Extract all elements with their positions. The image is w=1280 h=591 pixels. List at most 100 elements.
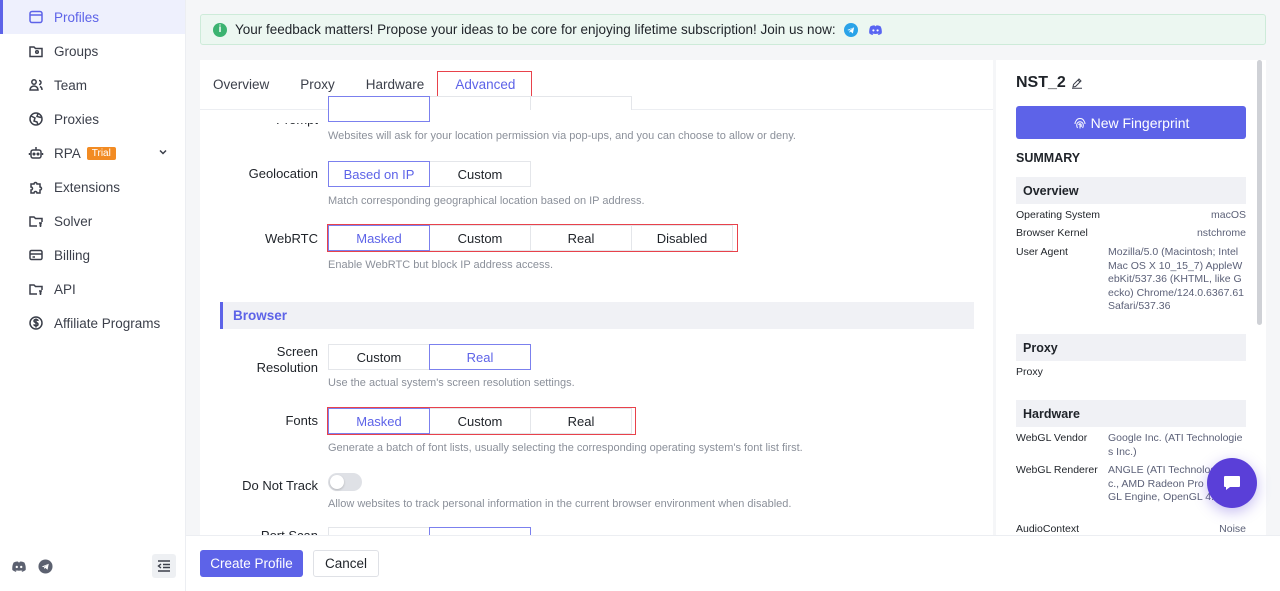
sidebar-item-affiliate-programs[interactable]: Affiliate Programs xyxy=(0,306,185,340)
collapse-menu-icon xyxy=(157,560,170,572)
sidebar-footer xyxy=(0,541,186,591)
folder-key-icon xyxy=(28,281,44,297)
sidebar-item-label: Extensions xyxy=(54,179,121,195)
summary-proxy-heading: Proxy xyxy=(1016,334,1246,361)
sidebar: Profiles Groups Team Proxies RPA Trial E… xyxy=(0,0,186,591)
webrtc-option-custom[interactable]: Custom xyxy=(429,225,531,251)
puzzle-icon xyxy=(28,179,44,195)
profile-name: NST_2 xyxy=(1016,74,1083,92)
do-not-track-label: Do Not Track xyxy=(242,478,318,493)
geolocation-segmented: Based on IP Custom xyxy=(328,161,531,187)
scroll-mask xyxy=(200,110,993,123)
browser-section-heading: Browser xyxy=(220,302,974,329)
discord-icon[interactable] xyxy=(868,23,884,37)
sidebar-item-groups[interactable]: Groups xyxy=(0,34,185,68)
new-fingerprint-label: New Fingerprint xyxy=(1090,114,1190,131)
port-scan-label: Port Scan xyxy=(200,528,318,535)
sidebar-item-solver[interactable]: Solver xyxy=(0,204,185,238)
prompt-hint: Websites will ask for your location perm… xyxy=(328,130,796,142)
chat-support-button[interactable] xyxy=(1207,458,1257,508)
telegram-icon[interactable] xyxy=(843,22,858,37)
fingerprint-icon xyxy=(1074,117,1086,128)
cancel-button[interactable]: Cancel xyxy=(313,550,379,577)
robot-icon xyxy=(28,145,44,161)
summary-hardware-heading: Hardware xyxy=(1016,400,1246,427)
trial-badge: Trial xyxy=(86,146,116,160)
sidebar-item-billing[interactable]: Billing xyxy=(0,238,185,272)
sidebar-item-label: Solver xyxy=(54,213,93,229)
sidebar-item-proxies[interactable]: Proxies xyxy=(0,102,185,136)
new-fingerprint-button[interactable]: New Fingerprint xyxy=(1016,106,1246,139)
screen-resolution-label: Screen Resolution xyxy=(200,344,318,376)
webrtc-option-disabled[interactable]: Disabled xyxy=(631,225,733,251)
sidebar-item-label: Affiliate Programs xyxy=(54,315,161,331)
sidebar-item-api[interactable]: API xyxy=(0,272,185,306)
telegram-icon[interactable] xyxy=(36,557,54,575)
chat-bubble-icon xyxy=(1224,476,1240,490)
form-footer: Create Profile Cancel xyxy=(186,535,1280,591)
port-scan-option[interactable] xyxy=(328,527,430,535)
create-profile-button[interactable]: Create Profile xyxy=(200,550,303,577)
audiocontext-value: Noise xyxy=(1219,523,1246,535)
screen-resolution-hint: Use the actual system's screen resolutio… xyxy=(328,377,575,389)
browser-window-icon xyxy=(28,9,44,25)
tab-overview[interactable]: Overview xyxy=(213,60,269,110)
discord-icon[interactable] xyxy=(10,557,28,575)
sidebar-item-extensions[interactable]: Extensions xyxy=(0,170,185,204)
screen-resolution-segmented: Custom Real xyxy=(328,344,531,370)
geolocation-option-custom[interactable]: Custom xyxy=(429,161,531,187)
screen-resolution-option-real[interactable]: Real xyxy=(429,344,531,370)
globe-icon xyxy=(28,111,44,127)
fonts-option-custom[interactable]: Custom xyxy=(429,408,531,434)
sidebar-item-rpa[interactable]: RPA Trial xyxy=(0,136,185,170)
summary-scrollbar[interactable] xyxy=(1257,60,1262,325)
screen-resolution-label-line1: Screen xyxy=(276,344,318,359)
collapse-menu-button[interactable] xyxy=(152,554,176,578)
feedback-notice-banner: i Your feedback matters! Propose your id… xyxy=(200,14,1266,45)
webrtc-label: WebRTC xyxy=(265,231,318,246)
sidebar-item-label: Groups xyxy=(54,43,99,59)
webrtc-segmented: Masked Custom Real Disabled xyxy=(328,225,733,251)
proxy-key: Proxy xyxy=(1016,366,1043,378)
sidebar-item-label: Billing xyxy=(54,247,91,263)
webgl-renderer-key: WebGL Renderer xyxy=(1016,464,1098,476)
fonts-label: Fonts xyxy=(285,413,318,428)
sidebar-item-profiles[interactable]: Profiles xyxy=(0,0,185,34)
info-icon: i xyxy=(213,22,227,37)
port-scan-segmented xyxy=(328,527,531,535)
chevron-down-icon[interactable] xyxy=(157,146,169,158)
summary-overview-heading: Overview xyxy=(1016,177,1246,204)
screen-resolution-label-line2: Resolution xyxy=(256,360,318,375)
fonts-segmented: Masked Custom Real xyxy=(328,408,632,434)
os-value: macOS xyxy=(1210,209,1246,221)
profile-name-text: NST_2 xyxy=(1016,74,1066,91)
fonts-option-real[interactable]: Real xyxy=(530,408,632,434)
notice-text: Your feedback matters! Propose your idea… xyxy=(235,22,836,37)
do-not-track-hint: Allow websites to track personal informa… xyxy=(328,498,792,510)
profile-settings-panel: Overview Proxy Hardware Advanced Prompt … xyxy=(200,60,993,535)
folder-key-icon xyxy=(28,213,44,229)
port-scan-option[interactable] xyxy=(429,527,531,535)
os-key: Operating System xyxy=(1016,209,1101,221)
summary-title: SUMMARY xyxy=(1016,151,1081,165)
webrtc-option-real[interactable]: Real xyxy=(530,225,632,251)
screen-resolution-option-custom[interactable]: Custom xyxy=(328,344,430,370)
credit-card-icon xyxy=(28,247,44,263)
sidebar-item-label: API xyxy=(54,281,76,297)
webrtc-hint: Enable WebRTC but block IP address acces… xyxy=(328,259,554,271)
folder-user-icon xyxy=(28,43,44,59)
webgl-vendor-key: WebGL Vendor xyxy=(1016,432,1088,444)
do-not-track-toggle[interactable] xyxy=(328,473,362,491)
edit-pencil-icon[interactable] xyxy=(1071,77,1083,89)
geolocation-option-based-on-ip[interactable]: Based on IP xyxy=(328,161,430,187)
webrtc-option-masked[interactable]: Masked xyxy=(328,225,430,251)
prompt-option[interactable] xyxy=(328,96,430,122)
sidebar-item-team[interactable]: Team xyxy=(0,68,185,102)
geolocation-label: Geolocation xyxy=(248,166,318,181)
audiocontext-key: AudioContext xyxy=(1016,523,1080,535)
fonts-hint: Generate a batch of font lists, usually … xyxy=(328,442,803,454)
kernel-key: Browser Kernel xyxy=(1016,227,1088,239)
ua-value: Mozilla/5.0 (Macintosh; Intel Mac OS X 1… xyxy=(1108,246,1245,312)
sidebar-item-label: RPA xyxy=(54,145,81,161)
fonts-option-masked[interactable]: Masked xyxy=(328,408,430,434)
